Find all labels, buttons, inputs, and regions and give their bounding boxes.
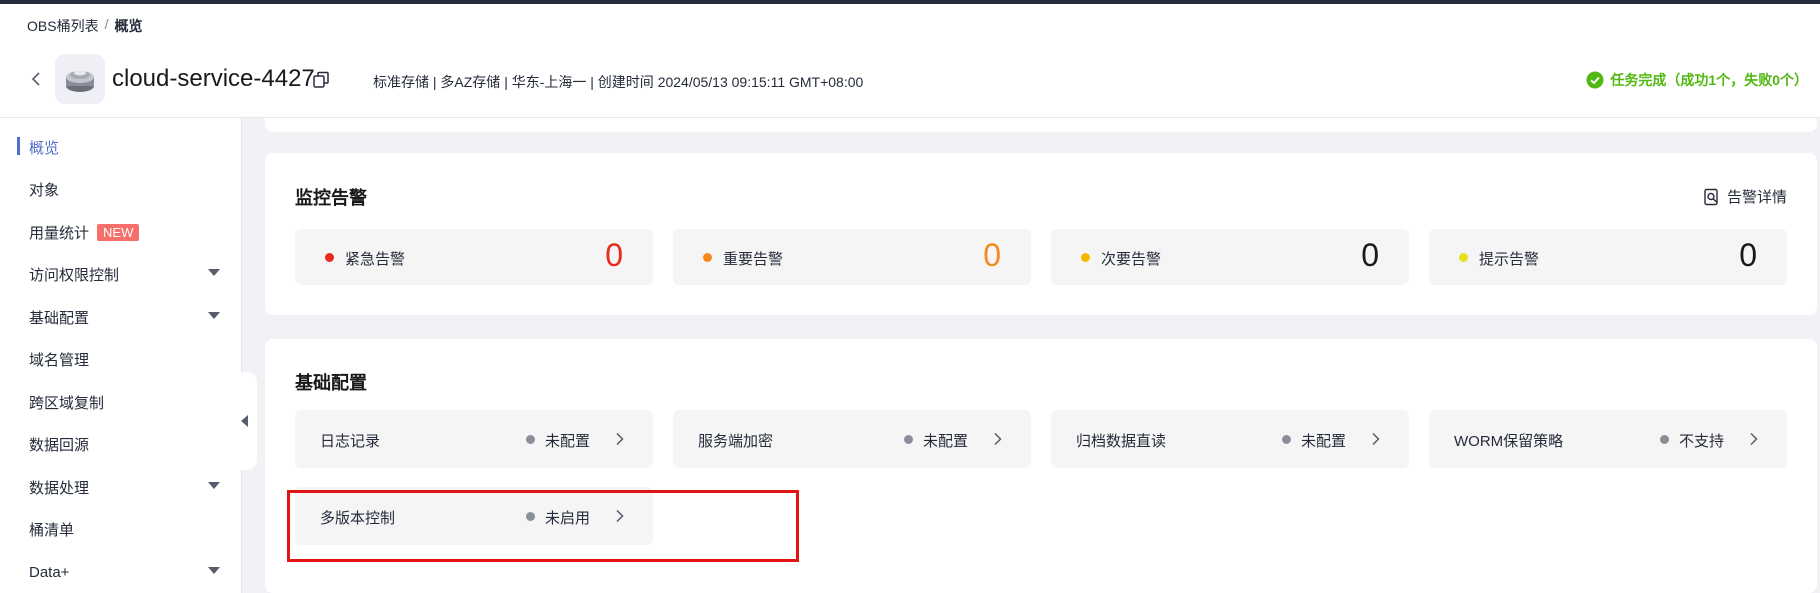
sidebar-item-label: 数据处理 [29, 479, 90, 497]
bucket-icon [55, 54, 105, 104]
breadcrumb: OBS桶列表 / 概览 [27, 16, 142, 36]
monitor-alarm-title: 监控告警 [295, 188, 367, 208]
sidebar-item-overview[interactable]: 概览 [0, 129, 242, 165]
alarm-important[interactable]: 重要告警 0 [673, 229, 1031, 285]
sidebar-item-label: 数据回源 [29, 436, 90, 454]
highlight-annotation-box [287, 490, 799, 562]
alarm-dot-important [703, 253, 712, 262]
sidebar-item-label: 桶清单 [29, 521, 75, 539]
caret-down-icon [208, 567, 220, 574]
caret-left-icon [241, 415, 248, 427]
sidebar-item-objects[interactable]: 对象 [0, 171, 242, 207]
chevron-right-icon [1372, 432, 1380, 446]
sidebar-item-access-control[interactable]: 访问权限控制 [0, 256, 242, 292]
page-header: OBS桶列表 / 概览 cloud-service-4427 标准存储 | 多A… [0, 4, 1820, 118]
check-circle-icon [1586, 71, 1604, 89]
sidebar-item-label: 跨区域复制 [29, 394, 105, 412]
alarm-label: 提示告警 [1479, 251, 1540, 268]
chevron-right-icon [616, 432, 624, 446]
config-item-archive-direct-read[interactable]: 归档数据直读 未配置 [1051, 410, 1409, 468]
config-item-status: 未配置 [1301, 433, 1347, 450]
bucket-name: cloud-service-4427 [112, 65, 315, 92]
alarm-count: 0 [1739, 237, 1757, 273]
sidebar: 概览 对象 用量统计 NEW 访问权限控制 基础配置 域名管理 跨区域复制 数据… [0, 118, 242, 593]
breadcrumb-parent-link[interactable]: OBS桶列表 [27, 16, 99, 36]
config-item-label: WORM保留策略 [1454, 433, 1564, 450]
sidebar-item-domain-management[interactable]: 域名管理 [0, 341, 242, 377]
sidebar-item-data-processing[interactable]: 数据处理 [0, 469, 242, 505]
sidebar-item-label: 对象 [29, 181, 60, 199]
alarm-count: 0 [1361, 237, 1379, 273]
copy-icon[interactable] [311, 70, 331, 90]
config-item-label: 归档数据直读 [1076, 433, 1167, 450]
sidebar-item-label: 域名管理 [29, 351, 90, 369]
overview-card-bottom-edge [265, 118, 1817, 132]
config-item-worm-retention[interactable]: WORM保留策略 不支持 [1429, 410, 1787, 468]
status-dot [526, 435, 535, 444]
alarm-minor[interactable]: 次要告警 0 [1051, 229, 1409, 285]
sidebar-item-cross-region-replication[interactable]: 跨区域复制 [0, 384, 242, 420]
new-badge: NEW [97, 223, 140, 241]
basic-config-title: 基础配置 [295, 373, 367, 393]
bucket-meta: 标准存储 | 多AZ存储 | 华东-上海一 | 创建时间 2024/05/13 … [373, 74, 864, 90]
alarm-label: 重要告警 [723, 251, 784, 268]
monitor-alarm-card: 监控告警 告警详情 紧急告警 0 重要告警 0 次要告警 0 提示告警 0 [265, 153, 1817, 315]
config-item-server-side-encryption[interactable]: 服务端加密 未配置 [673, 410, 1031, 468]
config-item-status: 未配置 [545, 433, 591, 450]
alarm-urgent[interactable]: 紧急告警 0 [295, 229, 653, 285]
alarm-details-label: 告警详情 [1726, 189, 1787, 206]
sidebar-collapse-button[interactable] [232, 372, 257, 470]
config-item-label: 日志记录 [320, 433, 381, 450]
sidebar-item-data-plus[interactable]: Data+ [0, 554, 242, 590]
chevron-right-icon [1750, 432, 1758, 446]
caret-down-icon [208, 482, 220, 489]
alarm-count: 0 [983, 237, 1001, 273]
alarm-dot-urgent [325, 253, 334, 262]
alarm-details-link[interactable]: 告警详情 [1703, 186, 1787, 207]
sidebar-item-label: 概览 [29, 139, 60, 157]
chevron-right-icon [994, 432, 1002, 446]
chevron-left-icon[interactable] [28, 70, 46, 88]
config-item-status: 未配置 [923, 433, 969, 450]
alarm-hint[interactable]: 提示告警 0 [1429, 229, 1787, 285]
alarm-label: 紧急告警 [345, 251, 406, 268]
config-item-logging[interactable]: 日志记录 未配置 [295, 410, 653, 468]
sidebar-item-data-back-to-source[interactable]: 数据回源 [0, 426, 242, 462]
config-item-status: 不支持 [1679, 433, 1725, 450]
task-status[interactable]: 任务完成（成功1个，失败0个） [1586, 70, 1808, 90]
task-status-text: 任务完成（成功1个，失败0个） [1610, 72, 1808, 88]
caret-down-icon [208, 312, 220, 319]
sidebar-item-label: 访问权限控制 [29, 266, 120, 284]
alarm-details-icon [1704, 188, 1718, 205]
caret-down-icon [208, 269, 220, 276]
sidebar-item-bucket-inventory[interactable]: 桶清单 [0, 511, 242, 547]
sidebar-item-label: 基础配置 [29, 309, 90, 327]
breadcrumb-current: 概览 [114, 18, 143, 34]
sidebar-item-usage-stats[interactable]: 用量统计 NEW [0, 214, 242, 250]
breadcrumb-separator: / [104, 16, 109, 32]
sidebar-item-label: Data+ [29, 563, 70, 581]
sidebar-item-basic-config[interactable]: 基础配置 [0, 299, 242, 335]
sidebar-item-label: 用量统计 [29, 224, 90, 242]
alarm-label: 次要告警 [1101, 251, 1162, 268]
status-dot [1660, 435, 1669, 444]
alarm-dot-hint [1459, 253, 1468, 262]
alarm-dot-minor [1081, 253, 1090, 262]
status-dot [1282, 435, 1291, 444]
config-item-label: 服务端加密 [698, 433, 774, 450]
alarm-count: 0 [605, 237, 623, 273]
status-dot [904, 435, 913, 444]
